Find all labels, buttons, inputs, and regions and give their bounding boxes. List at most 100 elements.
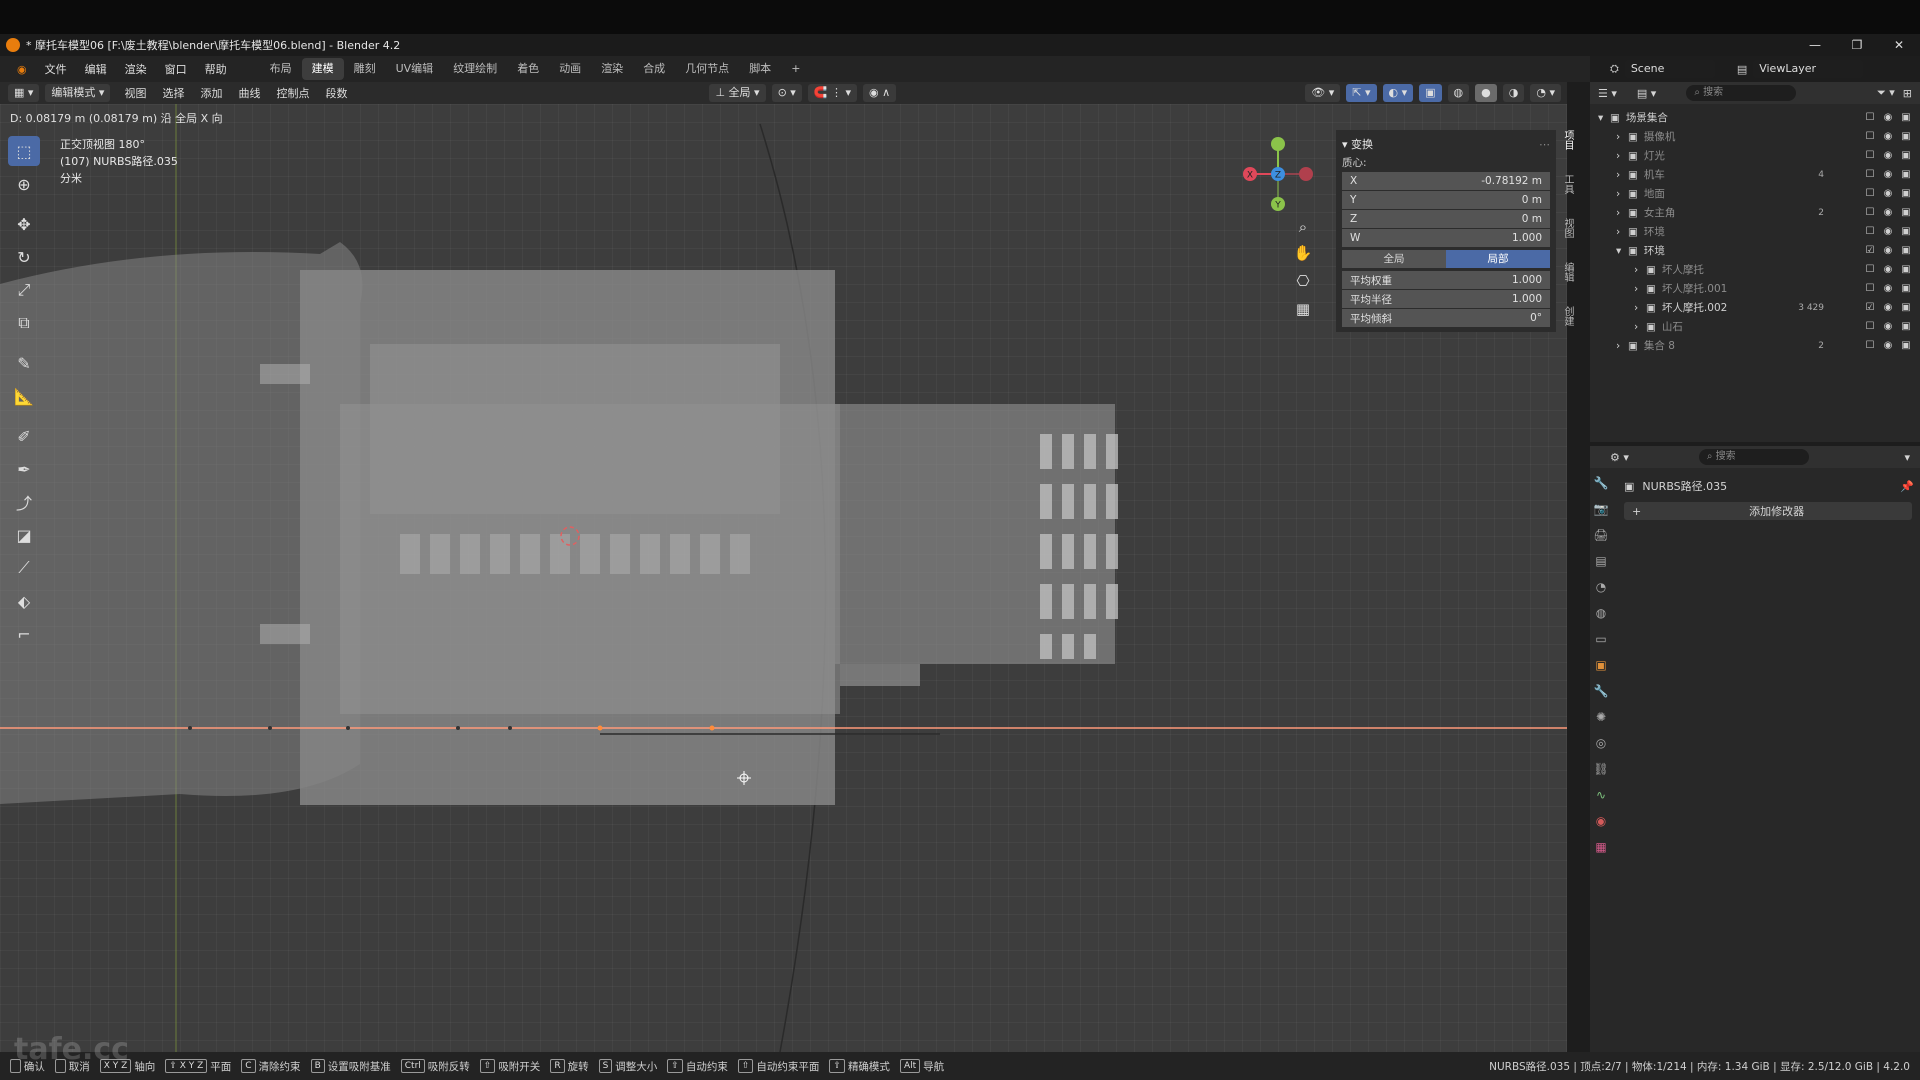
expand-arrow-icon[interactable]: › bbox=[1616, 340, 1628, 352]
expand-arrow-icon[interactable]: › bbox=[1616, 188, 1628, 200]
expand-arrow-icon[interactable]: › bbox=[1634, 264, 1646, 276]
workspace-tab-rendering[interactable]: 渲染 bbox=[591, 58, 633, 80]
camera-render-icon[interactable]: ▣ bbox=[1900, 245, 1912, 256]
measure-tool-icon[interactable]: 📐 bbox=[8, 381, 40, 411]
include-checkbox[interactable]: ☐ bbox=[1864, 112, 1876, 123]
expand-arrow-icon[interactable]: › bbox=[1616, 150, 1628, 162]
include-checkbox[interactable]: ☐ bbox=[1864, 131, 1876, 142]
transform-tool-icon[interactable]: ⧉ bbox=[8, 308, 40, 338]
workspace-tab-uv-editing[interactable]: UV编辑 bbox=[386, 58, 444, 80]
menu-curve[interactable]: 曲线 bbox=[230, 85, 268, 101]
eye-icon[interactable]: ◉ bbox=[1882, 207, 1894, 218]
workspace-tab-animation[interactable]: 动画 bbox=[549, 58, 591, 80]
draw-curve-tool-icon[interactable]: ✐ bbox=[8, 421, 40, 451]
output-tab-icon[interactable]: 🖨 bbox=[1590, 522, 1612, 548]
eye-icon[interactable]: ◉ bbox=[1882, 245, 1894, 256]
expand-arrow-icon[interactable]: › bbox=[1616, 131, 1628, 143]
menu-segments[interactable]: 段数 bbox=[317, 85, 355, 101]
properties-search-input[interactable]: ⌕ 搜索 bbox=[1698, 449, 1809, 465]
expand-arrow-icon[interactable]: › bbox=[1616, 207, 1628, 219]
camera-render-icon[interactable]: ▣ bbox=[1900, 283, 1912, 294]
blender-menu-icon[interactable]: ◉ bbox=[8, 63, 36, 76]
eye-icon[interactable]: ◉ bbox=[1882, 321, 1894, 332]
transform-section-header[interactable]: ▾ 变换 ⋯ bbox=[1342, 134, 1550, 154]
include-checkbox[interactable]: ☐ bbox=[1864, 226, 1876, 237]
add-modifier-button[interactable]: + 添加修改器 bbox=[1624, 502, 1912, 520]
object-tab-icon[interactable]: ▣ bbox=[1590, 652, 1612, 678]
minimize-button[interactable]: — bbox=[1794, 34, 1836, 56]
expand-arrow-icon[interactable]: ▾ bbox=[1598, 112, 1610, 124]
outliner-item[interactable]: › ▣ 女主角 2 ☐ ◉ ▣ bbox=[1590, 203, 1920, 222]
pan-hand-icon[interactable]: ✋ bbox=[1292, 244, 1314, 266]
pin-icon[interactable]: 📌 bbox=[1900, 480, 1914, 493]
proportional-edit-button[interactable]: ◉ ∧ bbox=[863, 84, 897, 102]
expand-arrow-icon[interactable]: › bbox=[1616, 226, 1628, 238]
camera-render-icon[interactable]: ▣ bbox=[1900, 131, 1912, 142]
menu-window[interactable]: 窗口 bbox=[156, 61, 196, 77]
view-layer-tab-icon[interactable]: ▤ bbox=[1590, 548, 1612, 574]
rotate-tool-icon[interactable]: ↻ bbox=[8, 242, 40, 272]
global-toggle-button[interactable]: 全局 bbox=[1342, 250, 1446, 268]
ortho-grid-icon[interactable]: ▦ bbox=[1292, 300, 1314, 322]
properties-editor-icon[interactable]: ⚙ ▾ bbox=[1610, 451, 1629, 464]
render-tab-icon[interactable]: 📷 bbox=[1590, 496, 1612, 522]
include-checkbox[interactable]: ☐ bbox=[1864, 283, 1876, 294]
tab-edit[interactable]: 编辑 bbox=[1560, 262, 1575, 298]
expand-arrow-icon[interactable]: › bbox=[1634, 302, 1646, 314]
pen-tool-icon[interactable]: ✒ bbox=[8, 454, 40, 484]
include-checkbox[interactable]: ☐ bbox=[1864, 321, 1876, 332]
scale-tool-icon[interactable]: ⤢ bbox=[8, 275, 40, 305]
tab-view[interactable]: 视图 bbox=[1560, 218, 1575, 254]
include-checkbox[interactable]: ☐ bbox=[1864, 169, 1876, 180]
eye-icon[interactable]: ◉ bbox=[1882, 131, 1894, 142]
mean-radius-field[interactable]: 平均半径 1.000 bbox=[1342, 290, 1550, 308]
expand-arrow-icon[interactable]: ▾ bbox=[1616, 245, 1628, 257]
transform-orientation-dropdown[interactable]: ⊥ 全局 ▾ bbox=[709, 84, 766, 102]
menu-view[interactable]: 视图 bbox=[116, 85, 154, 101]
collection-tab-icon[interactable]: ▭ bbox=[1590, 626, 1612, 652]
camera-view-icon[interactable]: ⎔ bbox=[1292, 272, 1314, 294]
shading-wireframe-button[interactable]: ◍ bbox=[1447, 84, 1470, 102]
material-tab-icon[interactable]: ◉ bbox=[1590, 808, 1612, 834]
workspace-tab-texture-paint[interactable]: 纹理绘制 bbox=[443, 58, 507, 80]
outliner-item[interactable]: › ▣ 山石 ☐ ◉ ▣ bbox=[1590, 317, 1920, 336]
eye-icon[interactable]: ◉ bbox=[1882, 302, 1894, 313]
camera-render-icon[interactable]: ▣ bbox=[1900, 150, 1912, 161]
annotate-tool-icon[interactable]: ✎ bbox=[8, 348, 40, 378]
camera-render-icon[interactable]: ▣ bbox=[1900, 264, 1912, 275]
outliner-item[interactable]: ▾ ▣ 环境 ☑ ◉ ▣ bbox=[1590, 241, 1920, 260]
3d-viewport[interactable] bbox=[0, 104, 1567, 1052]
add-workspace-button[interactable]: + bbox=[781, 58, 810, 80]
local-toggle-button[interactable]: 局部 bbox=[1446, 250, 1550, 268]
tool-tab-icon[interactable]: 🔧 bbox=[1590, 470, 1612, 496]
tab-tool[interactable]: 工具 bbox=[1560, 174, 1575, 210]
scene-name-field[interactable]: Scene bbox=[1624, 60, 1715, 78]
drag-handle-icon[interactable]: ⋯ bbox=[1539, 138, 1550, 151]
outliner-search-input[interactable]: ⌕ 搜索 bbox=[1686, 85, 1797, 101]
workspace-tab-geometry-nodes[interactable]: 几何节点 bbox=[675, 58, 739, 80]
workspace-tab-compositing[interactable]: 合成 bbox=[633, 58, 675, 80]
texture-tab-icon[interactable]: ▦ bbox=[1590, 834, 1612, 860]
cursor-tool-icon[interactable]: ⊕ bbox=[8, 169, 40, 199]
data-tab-icon[interactable]: ∿ bbox=[1590, 782, 1612, 808]
snap-toggle-button[interactable]: 🧲 ⋮ ▾ bbox=[807, 84, 858, 102]
mean-tilt-field[interactable]: 平均倾斜 0° bbox=[1342, 309, 1550, 327]
pivot-point-button[interactable]: ⊙ ▾ bbox=[771, 84, 802, 102]
camera-render-icon[interactable]: ▣ bbox=[1900, 169, 1912, 180]
eye-icon[interactable]: ◉ bbox=[1882, 112, 1894, 123]
new-collection-icon[interactable]: ⊞ bbox=[1903, 87, 1912, 100]
expand-arrow-icon[interactable]: › bbox=[1616, 169, 1628, 181]
mean-weight-field[interactable]: 平均权重 1.000 bbox=[1342, 271, 1550, 289]
constraints-tab-icon[interactable]: ⛓ bbox=[1590, 756, 1612, 782]
include-checkbox[interactable]: ☐ bbox=[1864, 340, 1876, 351]
mode-dropdown[interactable]: 编辑模式 ▾ bbox=[45, 84, 111, 102]
include-checkbox[interactable]: ☑ bbox=[1864, 245, 1876, 256]
camera-render-icon[interactable]: ▣ bbox=[1900, 321, 1912, 332]
expand-arrow-icon[interactable]: › bbox=[1634, 321, 1646, 333]
physics-tab-icon[interactable]: ◎ bbox=[1590, 730, 1612, 756]
camera-render-icon[interactable]: ▣ bbox=[1900, 226, 1912, 237]
weight-w-field[interactable]: W 1.000 bbox=[1342, 229, 1550, 247]
tilt-tool-icon[interactable]: ⟋ bbox=[8, 553, 40, 583]
outliner-item[interactable]: ▾ ▣ 场景集合 ☐ ◉ ▣ bbox=[1590, 108, 1920, 127]
menu-edit[interactable]: 编辑 bbox=[76, 61, 116, 77]
